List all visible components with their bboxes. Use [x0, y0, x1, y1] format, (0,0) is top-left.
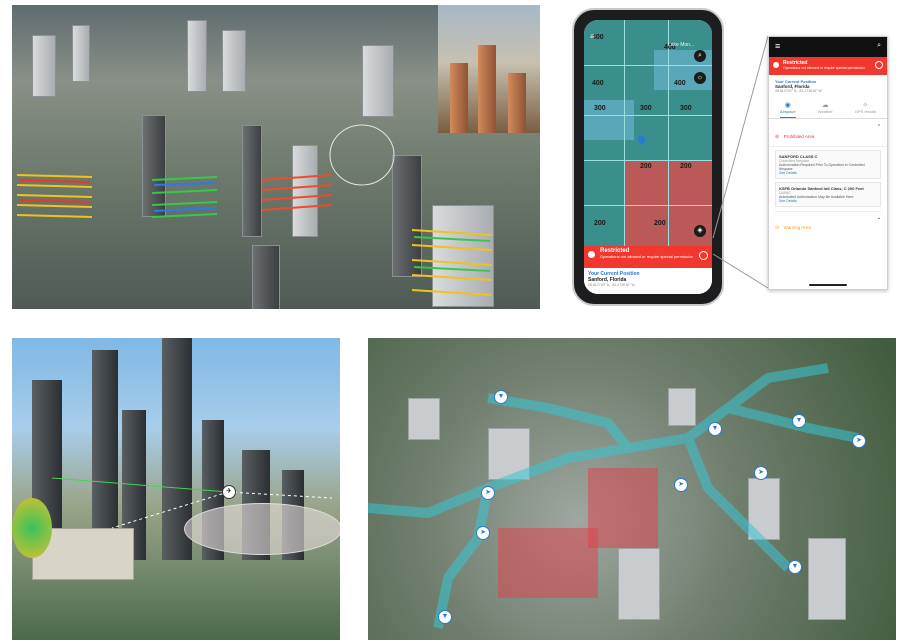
card-title: KSFB Orlando Sanford Intl Class, C 200 F…: [779, 186, 864, 191]
waypoint-icon[interactable]: ➤: [852, 434, 866, 448]
altitude-label: 300: [594, 105, 606, 112]
phone-screen: 400 400 400 400 300 300 300 200 200 200 …: [584, 20, 712, 294]
see-details-link[interactable]: See Details: [779, 199, 877, 203]
tab-label: Airspace: [780, 109, 796, 114]
waypoint-icon[interactable]: ➤: [481, 486, 495, 500]
tab-gps-health[interactable]: ✧ GPS Health: [855, 101, 876, 118]
drone-marker-icon[interactable]: ✈: [222, 485, 236, 499]
altitude-label: 300: [680, 105, 692, 112]
waypoint-icon[interactable]: ▼: [788, 560, 802, 574]
position-coords: 28.812740° N, -81.273016° W: [588, 283, 635, 287]
altitude-label: 200: [640, 163, 652, 170]
detail-header: ≡ ⌕: [769, 37, 887, 57]
alert-subtitle: Operations not allowed or require specia…: [600, 254, 694, 259]
detail-tabs: ◉ Airspace ☁ Weather ✧ GPS Health: [769, 97, 887, 119]
altitude-label: 400: [592, 80, 604, 87]
cloud-icon: ☁: [821, 102, 829, 109]
airspace-card: KSFB Orlando Sanford Intl Class, C 200 F…: [775, 182, 881, 207]
card-text: Authorization Required Prior To Operatio…: [779, 163, 865, 171]
altitude-label: 300: [640, 105, 652, 112]
altitude-label: 200: [680, 163, 692, 170]
waypoint-icon[interactable]: ➤: [674, 478, 688, 492]
see-details-link[interactable]: See Details: [779, 171, 877, 175]
current-position-panel: Your Current Position Sanford, Florida 2…: [584, 268, 712, 294]
airspace-detail-screen: ≡ ⌕ Restricted Operations not allowed or…: [768, 36, 888, 290]
airspace-card: SANFORD CLASS C Controlled Airspace Auth…: [775, 150, 881, 179]
skyline-3d-render: ✈: [12, 338, 340, 640]
sun-icon[interactable]: ☼: [694, 72, 706, 84]
waypoint-icon[interactable]: ▼: [438, 610, 452, 624]
tab-label: GPS Health: [854, 109, 876, 114]
corridor-overlay: [368, 363, 859, 629]
tab-weather[interactable]: ☁ Weather: [818, 101, 833, 118]
waypoint-icon[interactable]: ▼: [792, 414, 806, 428]
waypoint-icon[interactable]: ▼: [494, 390, 508, 404]
prohibited-icon: ⊘: [775, 134, 780, 140]
waypoint-icon[interactable]: ▼: [708, 422, 722, 436]
location-pin-icon: [635, 133, 648, 146]
alert-subtitle: Operations not allowed or require specia…: [783, 66, 865, 70]
collapse-icon[interactable]: [875, 61, 883, 69]
warning-area-row[interactable]: ⊙ Warning Area ⌄: [775, 211, 881, 238]
satellite-icon: ✧: [862, 102, 869, 109]
current-position-panel: Your Current Position Sanford, Florida 2…: [769, 75, 887, 97]
restricted-alert-banner[interactable]: Restricted Operations not allowed or req…: [584, 246, 712, 268]
prohibited-area-section-header[interactable]: ⊘ Prohibited Area ⌃: [769, 119, 887, 147]
airspace-map[interactable]: 400 400 400 400 300 300 300 200 200 200 …: [584, 20, 712, 246]
restricted-icon: [773, 62, 779, 68]
warning-title: Warning Area: [783, 225, 811, 230]
home-indicator: [809, 284, 847, 286]
search-icon[interactable]: ⌕: [694, 50, 706, 62]
menu-icon[interactable]: ≡: [775, 41, 780, 51]
map-place-label: Lake Mon...: [668, 42, 695, 48]
expand-icon[interactable]: [699, 251, 708, 260]
altitude-label: 400: [674, 80, 686, 87]
section-title: Prohibited Area: [783, 134, 815, 139]
chevron-up-icon[interactable]: ⌃: [877, 124, 881, 130]
airspace-icon: ◉: [784, 102, 791, 109]
restricted-alert-banner[interactable]: Restricted Operations not allowed or req…: [769, 57, 887, 75]
position-coords: 28.812740° N, -81.273016° W: [775, 89, 822, 93]
altitude-label: 200: [654, 220, 666, 227]
inset-photo: [438, 5, 540, 133]
chevron-down-icon[interactable]: ⌄: [877, 215, 881, 221]
flight-corridor-3d-map: ▼ ➤ ▼ ➤ ▼ ➤ ➤ ▼ ➤ ▼: [368, 338, 896, 640]
city-3d-render: [12, 5, 540, 309]
tab-label: Weather: [817, 109, 833, 114]
altitude-label: 200: [594, 220, 606, 227]
warning-icon: ⊙: [775, 225, 780, 231]
restricted-icon: [588, 251, 595, 258]
tab-airspace[interactable]: ◉ Airspace: [780, 101, 796, 118]
menu-icon[interactable]: ≡: [590, 32, 595, 41]
search-icon[interactable]: ⌕: [877, 42, 881, 50]
waypoint-icon[interactable]: ➤: [754, 466, 768, 480]
waypoint-icon[interactable]: ➤: [476, 526, 490, 540]
phone-mockup: 400 400 400 400 300 300 300 200 200 200 …: [572, 8, 724, 306]
locate-icon[interactable]: ◈: [694, 225, 706, 237]
